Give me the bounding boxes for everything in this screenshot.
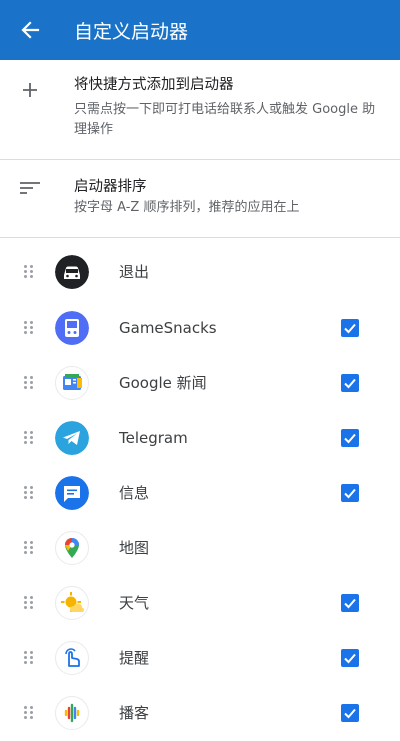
add-shortcut-title: 将快捷方式添加到启动器 xyxy=(74,77,234,93)
app-row-google-news: Google 新闻 xyxy=(0,355,400,411)
google-news-icon xyxy=(55,366,89,400)
maps-icon xyxy=(55,531,89,565)
drag-handle-icon[interactable] xyxy=(24,486,34,500)
app-row-exit: 退出 xyxy=(0,244,400,300)
app-row-reminder: 提醒 xyxy=(0,630,400,686)
car-exit-icon xyxy=(55,255,89,289)
app-label: 播客 xyxy=(119,704,150,722)
reminder-icon xyxy=(55,641,89,675)
app-checkbox[interactable] xyxy=(341,594,359,612)
weather-icon xyxy=(55,586,89,620)
messages-icon xyxy=(55,476,89,510)
sort-icon xyxy=(20,180,40,200)
drag-handle-icon[interactable] xyxy=(24,321,34,335)
drag-handle-icon[interactable] xyxy=(24,596,34,610)
drag-handle-icon[interactable] xyxy=(24,651,34,665)
page-title: 自定义启动器 xyxy=(74,20,189,43)
podcasts-icon xyxy=(55,696,89,730)
app-label: 地图 xyxy=(119,539,150,557)
app-row-messages: 信息 xyxy=(0,465,400,521)
plus-icon xyxy=(20,80,40,100)
drag-handle-icon[interactable] xyxy=(24,265,34,279)
app-checkbox[interactable] xyxy=(341,429,359,447)
app-row-gamesnacks: GameSnacks xyxy=(0,300,400,356)
divider xyxy=(0,159,400,160)
divider xyxy=(0,237,400,238)
app-checkbox[interactable] xyxy=(341,319,359,337)
drag-handle-icon[interactable] xyxy=(24,706,34,720)
app-label: 天气 xyxy=(119,594,150,612)
arrow-back-icon[interactable] xyxy=(16,16,44,44)
add-shortcut-subtitle: 只需点按一下即可打电话给联系人或触发 Google 助理操作 xyxy=(74,102,376,137)
app-checkbox[interactable] xyxy=(341,649,359,667)
app-checkbox[interactable] xyxy=(341,704,359,722)
app-checkbox[interactable] xyxy=(341,484,359,502)
add-shortcut-option[interactable]: 将快捷方式添加到启动器 只需点按一下即可打电话给联系人或触发 Google 助理… xyxy=(0,74,400,156)
sort-option[interactable]: 启动器排序 按字母 A-Z 顺序排列，推荐的应用在上 xyxy=(0,176,400,228)
app-checkbox[interactable] xyxy=(341,374,359,392)
app-row-weather: 天气 xyxy=(0,575,400,631)
drag-handle-icon[interactable] xyxy=(24,376,34,390)
sort-subtitle: 按字母 A-Z 顺序排列，推荐的应用在上 xyxy=(74,200,300,215)
app-label: 提醒 xyxy=(119,649,150,667)
app-label: Google 新闻 xyxy=(119,374,207,392)
app-row-telegram: Telegram xyxy=(0,410,400,466)
app-row-maps: 地图 xyxy=(0,520,400,576)
gamesnacks-icon xyxy=(55,311,89,345)
drag-handle-icon[interactable] xyxy=(24,431,34,445)
app-row-podcasts: 播客 xyxy=(0,685,400,741)
sort-title: 启动器排序 xyxy=(74,179,147,195)
app-label: 退出 xyxy=(119,263,150,281)
app-label: GameSnacks xyxy=(119,319,217,337)
telegram-icon xyxy=(55,421,89,455)
app-bar: 自定义启动器 xyxy=(0,0,400,60)
drag-handle-icon[interactable] xyxy=(24,541,34,555)
app-label: Telegram xyxy=(119,429,188,447)
app-label: 信息 xyxy=(119,484,150,502)
